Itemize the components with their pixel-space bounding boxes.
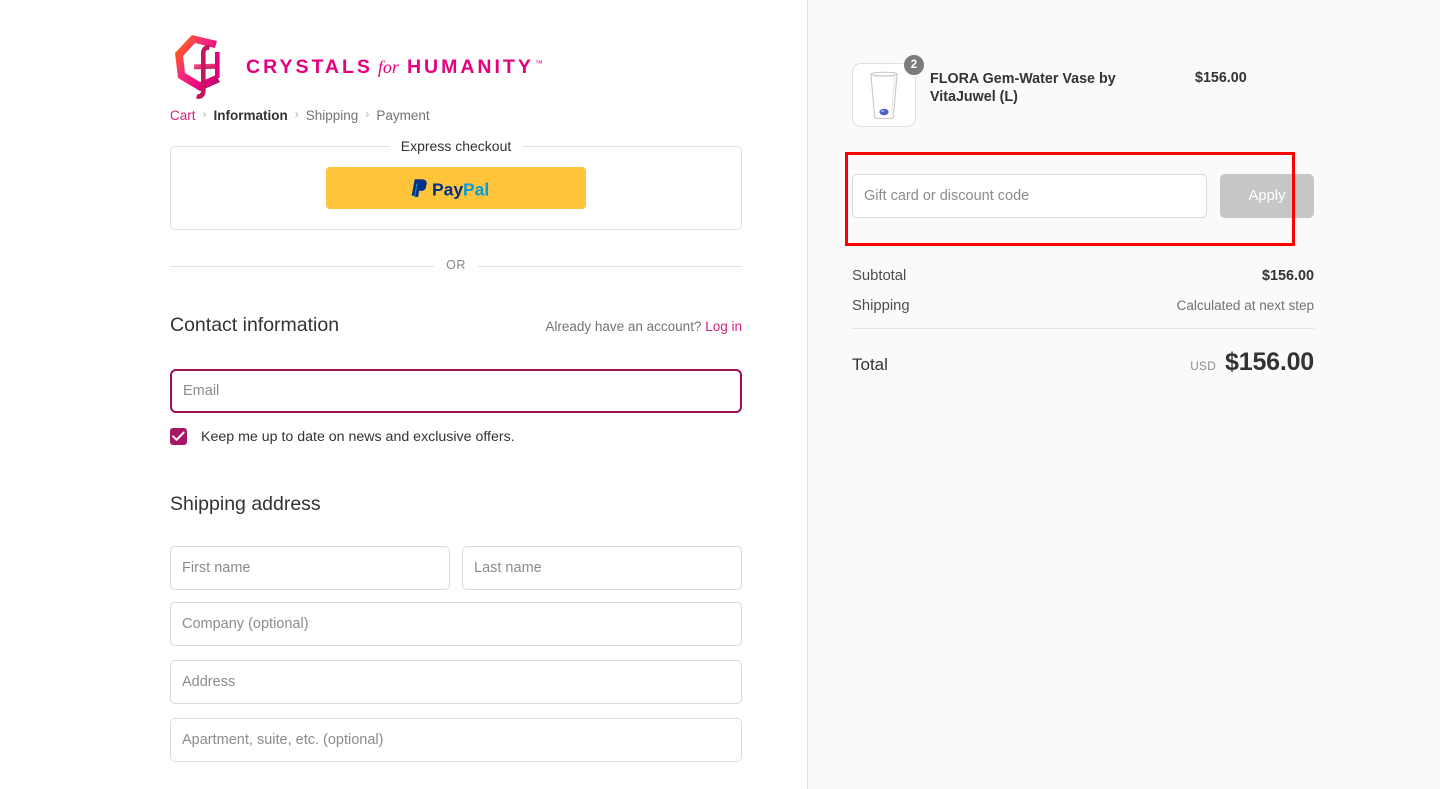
order-summary-panel: 2 FLORA Gem-Water Vase by VitaJuwel (L) … [808,0,1440,789]
grand-total-right: USD $156.00 [1190,348,1314,377]
brand-trademark: ™ [534,58,543,68]
apartment-input[interactable] [170,717,742,762]
crystals-for-humanity-hexagon-monogram-icon [170,31,232,103]
last-name-input[interactable] [462,545,742,590]
chevron-right-icon: › [202,107,207,121]
brand-logo[interactable]: CRYSTALS for HUMANITY ™ [170,0,742,99]
product-price: $156.00 [1195,70,1247,86]
address-input[interactable] [170,659,742,704]
company-field-row [170,601,742,646]
brand-word-humanity: HUMANITY [406,55,534,78]
account-note: Already have an account? Log in [545,319,742,334]
subtotal-label: Subtotal [852,268,907,284]
contact-information-header: Contact information Already have an acco… [170,298,742,353]
apartment-field-row [170,717,742,762]
address-field-row [170,659,742,704]
order-line-item: 2 FLORA Gem-Water Vase by VitaJuwel (L) … [852,0,1314,127]
name-field-row [170,545,742,590]
subtotal-value: $156.00 [1261,268,1314,284]
subtotal-row: Subtotal $156.00 [852,268,1314,284]
breadcrumb-item-cart[interactable]: Cart [170,108,196,123]
brand-word-for: for [377,56,399,77]
grand-total-row: Total USD $156.00 [852,348,1314,377]
account-note-text: Already have an account? [545,319,706,335]
check-icon [172,431,185,442]
chevron-right-icon: › [294,107,299,121]
email-field-wrapper [170,369,742,414]
email-input[interactable] [170,369,742,414]
svg-text:Pal: Pal [463,180,489,200]
company-input[interactable] [170,601,742,646]
grand-total-label: Total [852,355,888,374]
shipping-value: Calculated at next step [1176,298,1314,313]
discount-code-row: Apply [852,174,1314,218]
express-checkout-box: Express checkout Pay Pal [170,138,742,230]
chevron-right-icon: › [365,107,370,121]
newsletter-checkbox[interactable] [170,428,187,446]
product-thumbnail-wrapper: 2 [852,54,925,127]
grand-total-amount: $156.00 [1225,348,1314,376]
newsletter-optin-row[interactable]: Keep me up to date on news and exclusive… [170,428,742,446]
quantity-badge: 2 [903,54,925,76]
contact-information-title: Contact information [170,314,340,337]
grand-total-currency: USD [1190,359,1217,373]
express-checkout-legend: Express checkout [389,138,523,154]
newsletter-label: Keep me up to date on news and exclusive… [201,428,515,445]
first-name-input[interactable] [170,545,450,590]
discount-code-input[interactable] [852,174,1207,218]
shipping-label: Shipping [852,298,910,314]
checkout-form-panel: CRYSTALS for HUMANITY ™ Cart › Informati… [0,0,808,789]
breadcrumb-item-shipping: Shipping [305,107,359,123]
breadcrumb-item-payment: Payment [376,107,430,123]
totals-divider [852,328,1314,329]
brand-word-crystals: CRYSTALS [246,55,373,78]
checkout-page: CRYSTALS for HUMANITY ™ Cart › Informati… [0,0,1440,789]
paypal-checkout-button[interactable]: Pay Pal [326,167,586,209]
svg-text:Pay: Pay [432,180,463,200]
brand-wordmark: CRYSTALS for HUMANITY ™ [246,56,543,79]
apply-discount-button[interactable]: Apply [1220,174,1314,218]
breadcrumb: Cart › Information › Shipping › Payment [170,106,742,124]
log-in-link[interactable]: Log in [705,319,742,334]
shipping-address-header: Shipping address [170,476,742,531]
order-totals: Subtotal $156.00 Shipping Calculated at … [852,268,1314,377]
express-checkout-section: Express checkout Pay Pal [170,138,742,230]
product-title: FLORA Gem-Water Vase by VitaJuwel (L) [930,71,1116,106]
glass-vase-with-gem-icon [870,71,898,120]
shipping-address-title: Shipping address [170,492,321,515]
shipping-row: Shipping Calculated at next step [852,298,1314,314]
breadcrumb-item-information[interactable]: Information [214,108,288,123]
or-divider-label: OR [434,258,478,272]
or-divider: OR [170,258,742,272]
paypal-logo-icon: Pay Pal [408,177,504,200]
